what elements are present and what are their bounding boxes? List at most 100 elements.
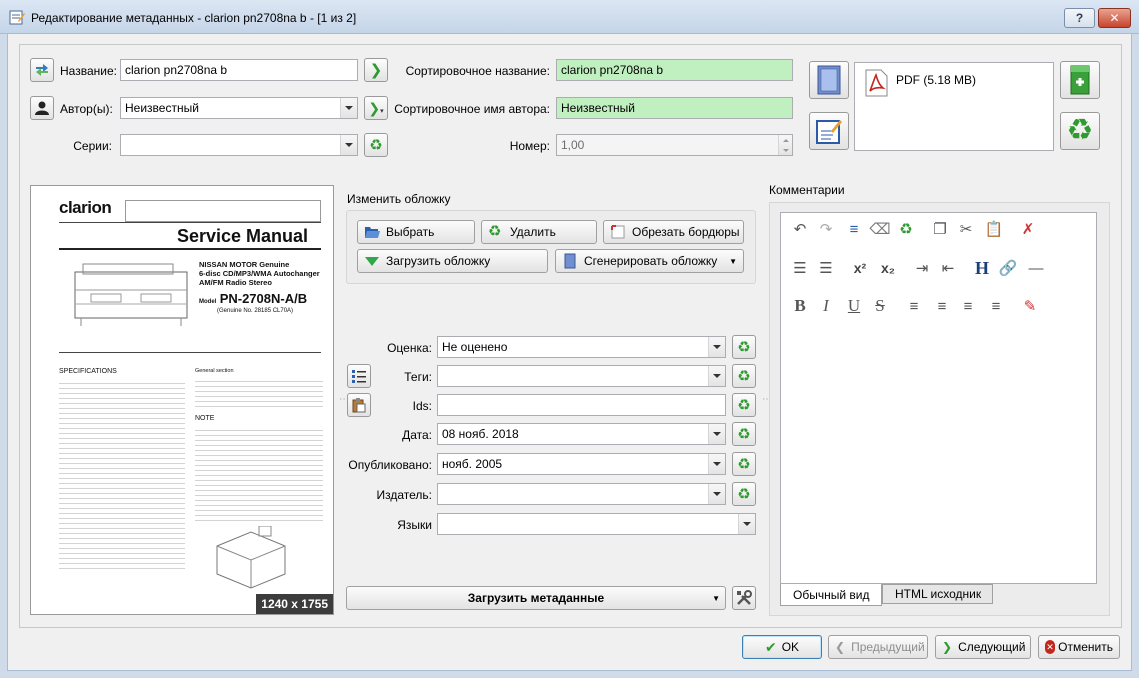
italic-icon[interactable]: I <box>815 295 837 317</box>
number-value: 1,00 <box>561 138 585 152</box>
number-spinbox[interactable]: 1,00 <box>556 134 793 156</box>
bold-icon[interactable]: B <box>789 295 811 317</box>
swap-title-author-button[interactable] <box>30 58 54 82</box>
eraser-icon[interactable]: ⌫ <box>869 218 891 240</box>
clear-publisher-button[interactable]: ♻ <box>732 482 756 506</box>
trim-cover-button[interactable]: Обрезать бордюры <box>603 220 744 244</box>
clear-published-button[interactable]: ♻ <box>732 452 756 476</box>
clear-ids-button[interactable]: ♻ <box>732 393 756 417</box>
cover-header-box <box>125 200 321 222</box>
cover-heading: Service Manual <box>177 226 309 246</box>
align-left-icon[interactable]: ≡ <box>903 295 925 317</box>
tags-combo[interactable] <box>437 365 726 387</box>
superscript-icon[interactable]: x² <box>849 257 871 279</box>
publisher-combo[interactable] <box>437 483 726 505</box>
cancel-button[interactable]: ✕ Отменить <box>1038 635 1120 659</box>
published-combo[interactable]: нояб. 2005 <box>437 453 726 475</box>
chevron-down-icon[interactable] <box>708 424 725 444</box>
sort-title-label: Сортировочное название: <box>405 64 550 78</box>
sort-author-input[interactable]: Неизвестный <box>556 97 793 119</box>
ids-input[interactable] <box>437 394 726 416</box>
chevron-down-icon[interactable] <box>738 514 755 534</box>
link-icon[interactable]: 🔗 <box>997 257 1019 279</box>
cover-model: PN-2708N-A/B <box>219 291 308 306</box>
series-combo[interactable] <box>120 134 358 156</box>
text-color-icon[interactable]: ✎ <box>1019 295 1041 317</box>
tags-label: Теги: <box>404 370 432 384</box>
horizontal-rule-icon[interactable]: — <box>1025 257 1047 279</box>
chevron-down-icon[interactable] <box>708 366 725 386</box>
set-cover-from-format-button[interactable] <box>809 61 849 99</box>
outdent-icon[interactable]: ⇤ <box>937 257 959 279</box>
add-document-icon <box>1070 65 1090 95</box>
clear-formatting-icon[interactable]: ✗ <box>1017 218 1039 240</box>
recycle-icon: ♻ <box>737 425 751 443</box>
cover-spec-heading: SPECIFICATIONS <box>59 368 117 375</box>
browse-cover-button[interactable]: Выбрать <box>357 220 475 244</box>
cut-icon[interactable]: ✂ <box>955 218 977 240</box>
redo-icon[interactable]: ↷ <box>815 218 837 240</box>
paste-identifiers-button[interactable] <box>347 393 371 417</box>
spin-arrows[interactable] <box>778 135 792 155</box>
generate-cover-button[interactable]: Сгенерировать обложку ▼ <box>555 249 744 273</box>
select-all-icon[interactable]: ≡ <box>843 218 865 240</box>
recycle-icon: ♻ <box>737 396 751 414</box>
unordered-list-icon[interactable]: ☰ <box>815 257 837 279</box>
clear-text-icon[interactable]: ♻ <box>895 218 917 240</box>
sort-title-input[interactable]: clarion pn2708na b <box>556 59 793 81</box>
strikethrough-icon[interactable]: S <box>869 295 891 317</box>
undo-icon[interactable]: ↶ <box>789 218 811 240</box>
edit-metadata-format-button[interactable] <box>809 112 849 150</box>
authors-combo[interactable]: Неизвестный <box>120 97 358 119</box>
copy-title-to-sort-button[interactable]: ❯ <box>364 58 388 82</box>
align-right-icon[interactable]: ≡ <box>957 295 979 317</box>
rating-combo[interactable]: Не оценено <box>437 336 726 358</box>
splitter-handle-left[interactable]: ⋮ <box>338 394 349 403</box>
cover-image[interactable]: clarion Service Manual NISSAN MOTOR Genu… <box>30 185 334 615</box>
download-metadata-label: Загрузить метаданные <box>467 591 605 605</box>
sort-author-label: Сортировочное имя автора: <box>394 102 550 116</box>
copy-author-to-sort-button[interactable]: ❯▾ <box>364 96 388 120</box>
paste-icon[interactable]: 📋 <box>983 218 1005 240</box>
close-button[interactable]: ✕ <box>1098 8 1131 28</box>
clear-series-button[interactable]: ♻ <box>364 133 388 157</box>
format-item[interactable]: PDF (5.18 MB) <box>896 73 976 87</box>
align-justify-icon[interactable]: ≡ <box>985 295 1007 317</box>
clear-rating-button[interactable]: ♻ <box>732 335 756 359</box>
languages-combo[interactable] <box>437 513 756 535</box>
underline-icon[interactable]: U <box>843 295 865 317</box>
formats-list[interactable]: PDF (5.18 MB) <box>854 62 1054 151</box>
chevron-down-icon[interactable]: ▼ <box>712 594 720 603</box>
tab-html-source[interactable]: HTML исходник <box>882 584 993 604</box>
clear-tags-button[interactable]: ♻ <box>732 364 756 388</box>
manage-tags-button[interactable] <box>347 364 371 388</box>
remove-cover-button[interactable]: ♻ Удалить <box>481 220 597 244</box>
copy-icon[interactable]: ❐ <box>929 218 951 240</box>
help-button[interactable]: ? <box>1064 8 1095 28</box>
chevron-down-icon[interactable] <box>340 98 357 118</box>
title-input[interactable]: clarion pn2708na b <box>120 59 358 81</box>
date-combo[interactable]: 08 нояб. 2018 <box>437 423 726 445</box>
add-format-button[interactable] <box>1060 61 1100 99</box>
next-button[interactable]: ❯ Следующий <box>935 635 1031 659</box>
manage-authors-button[interactable] <box>30 96 54 120</box>
chevron-down-icon[interactable] <box>340 135 357 155</box>
subscript-icon[interactable]: x₂ <box>877 257 899 279</box>
ok-button[interactable]: ✔ OK <box>742 635 822 659</box>
chevron-down-icon[interactable] <box>708 484 725 504</box>
ids-label: Ids: <box>412 399 432 413</box>
ordered-list-icon[interactable]: ☰ <box>789 257 811 279</box>
tab-normal-view[interactable]: Обычный вид <box>780 584 882 606</box>
clear-date-button[interactable]: ♻ <box>732 422 756 446</box>
indent-icon[interactable]: ⇥ <box>911 257 933 279</box>
download-metadata-button[interactable]: Загрузить метаданные ▼ <box>346 586 726 610</box>
align-center-icon[interactable]: ≡ <box>931 295 953 317</box>
previous-button[interactable]: ❮ Предыдущий <box>828 635 928 659</box>
remove-format-button[interactable]: ♻ <box>1060 112 1100 150</box>
chevron-down-icon[interactable] <box>708 337 725 357</box>
metadata-sources-config-button[interactable] <box>732 586 756 610</box>
chevron-down-icon[interactable]: ▼ <box>729 257 737 266</box>
heading-icon[interactable]: H <box>971 257 993 279</box>
chevron-down-icon[interactable] <box>708 454 725 474</box>
download-cover-button[interactable]: Загрузить обложку <box>357 249 548 273</box>
